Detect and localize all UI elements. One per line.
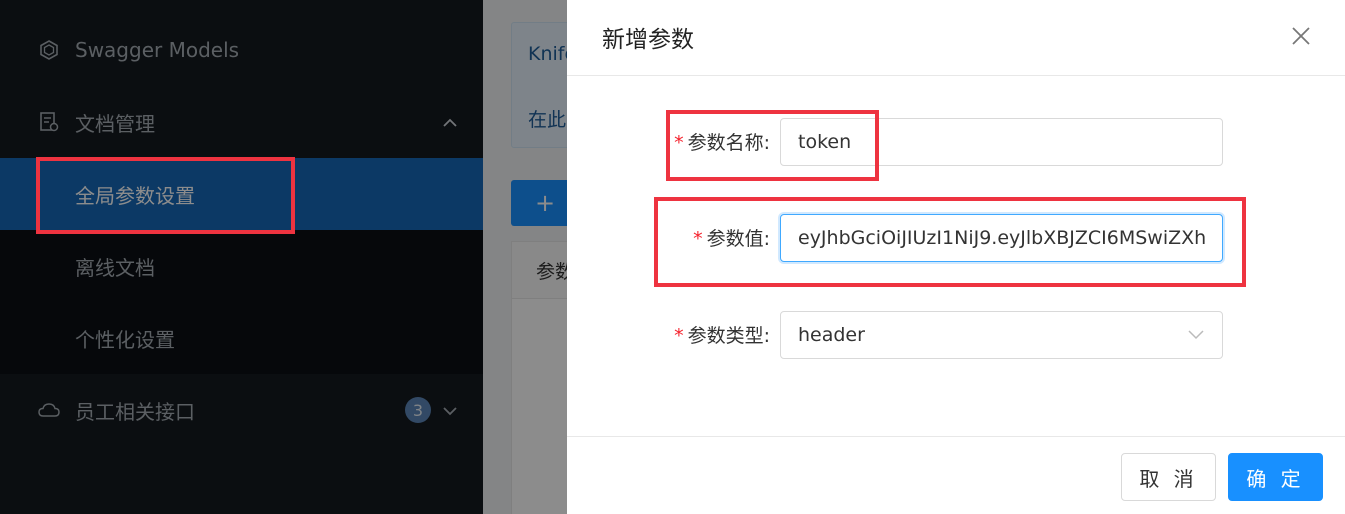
field-label: * 参数类型:	[674, 321, 770, 348]
close-icon	[1291, 23, 1311, 53]
close-button[interactable]	[1287, 24, 1315, 52]
highlight-box	[666, 110, 879, 181]
form-row-type: * 参数类型: header	[567, 311, 1345, 359]
modal-title: 新增参数	[602, 27, 694, 53]
param-type-select[interactable]: header	[780, 311, 1223, 359]
modal-header: 新增参数	[567, 0, 1345, 76]
confirm-button[interactable]: 确 定	[1228, 453, 1323, 501]
highlight-box	[36, 157, 295, 234]
chevron-down-icon	[1188, 324, 1204, 345]
cancel-button[interactable]: 取 消	[1121, 453, 1216, 501]
select-value: header	[798, 324, 865, 346]
modal-footer: 取 消 确 定	[567, 436, 1345, 514]
highlight-box	[654, 197, 1246, 287]
required-mark: *	[674, 325, 684, 347]
field-label-text: 参数类型:	[687, 325, 770, 347]
